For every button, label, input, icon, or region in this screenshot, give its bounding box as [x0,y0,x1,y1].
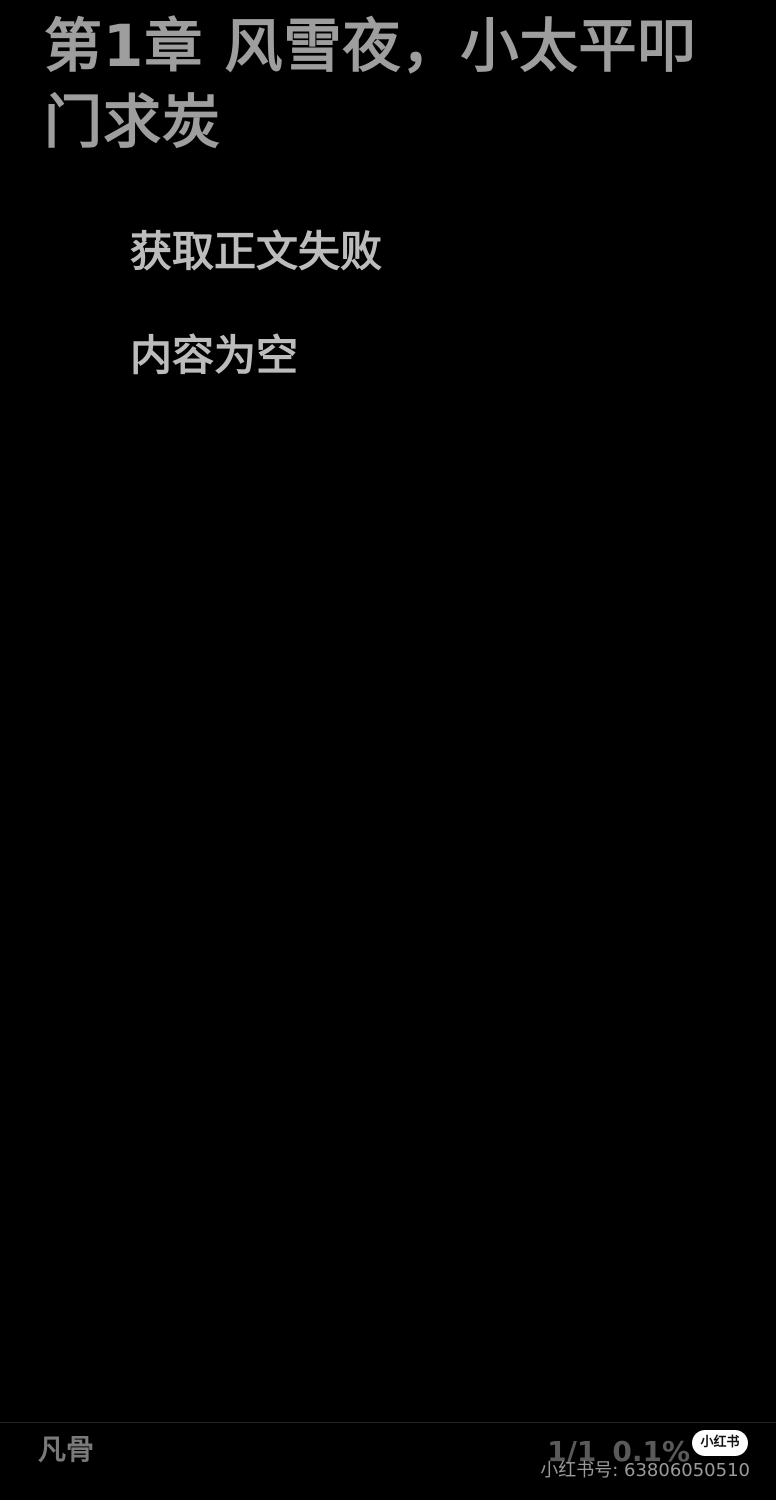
footer-divider [0,1422,776,1423]
content-paragraph: 内容为空 [130,331,299,380]
chapter-title: 第1章 风雪夜，小太平叩门求炭 [44,12,697,156]
xiaohongshu-logo: 小红书 [692,1430,748,1456]
reader-page[interactable]: 第1章 风雪夜，小太平叩门求炭 获取正文失败 内容为空 凡骨 1/1 0.1% 小… [0,0,776,1500]
watermark-user-id: 小红书号: 63806050510 [540,1460,750,1481]
book-name: 凡骨 [38,1433,95,1466]
content-paragraph: 获取正文失败 [130,227,383,276]
